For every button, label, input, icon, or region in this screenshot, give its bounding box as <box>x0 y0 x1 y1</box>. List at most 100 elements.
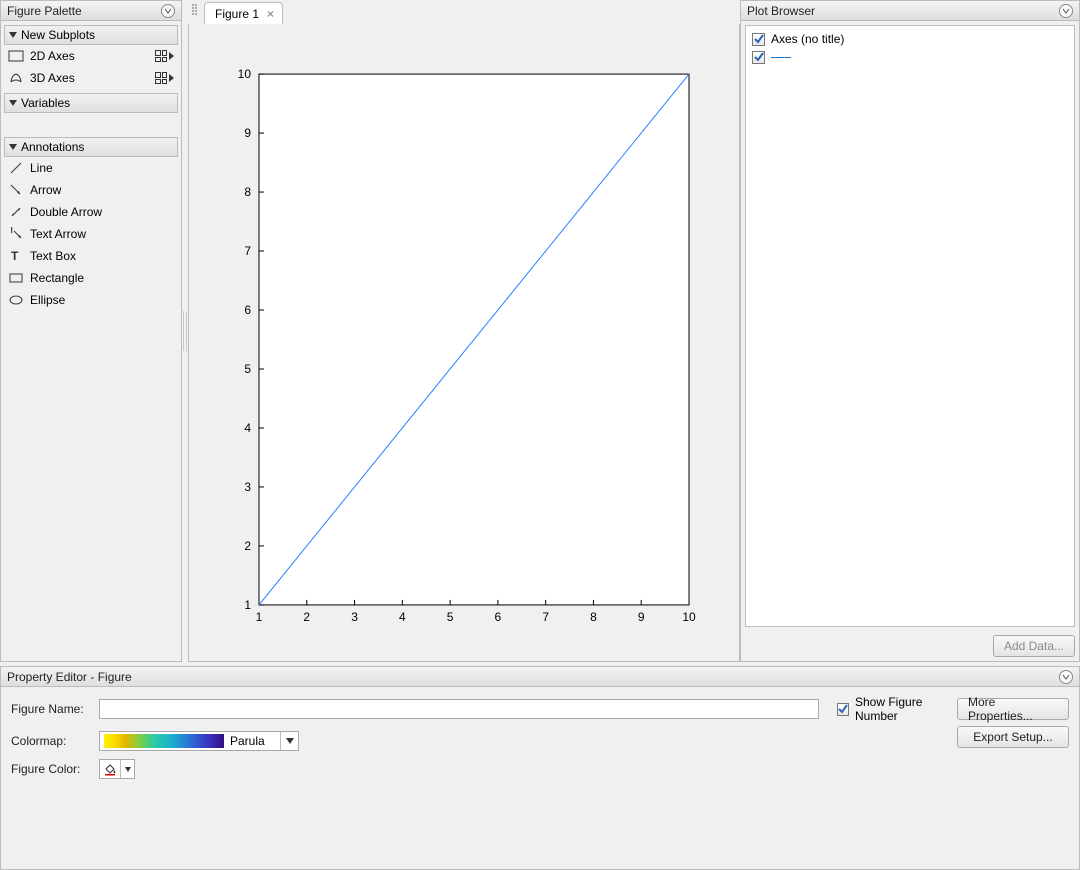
checkbox-icon <box>837 703 849 716</box>
variables-section[interactable]: Variables <box>4 93 178 113</box>
subplot-3d-axes[interactable]: 3D Axes <box>4 67 178 89</box>
checkbox-label: Show Figure Number <box>855 695 949 723</box>
item-label: Text Box <box>30 249 76 263</box>
item-label: Text Arrow <box>30 227 86 241</box>
close-icon[interactable]: × <box>267 7 274 21</box>
grid-expand-icon[interactable] <box>155 72 174 84</box>
colormap-name: Parula <box>228 734 280 748</box>
export-setup-button[interactable]: Export Setup... <box>957 726 1069 748</box>
show-figure-number-checkbox[interactable]: Show Figure Number <box>827 695 949 723</box>
tab-figure-1[interactable]: Figure 1 × <box>204 2 283 24</box>
tab-grip-icon[interactable] <box>192 4 198 20</box>
item-label: Rectangle <box>30 271 84 285</box>
svg-text:7: 7 <box>542 610 549 624</box>
figure-name-input[interactable] <box>99 699 819 719</box>
minimize-icon[interactable] <box>1059 670 1073 684</box>
figure-canvas[interactable]: 1234567891012345678910 <box>188 24 740 662</box>
svg-text:1: 1 <box>244 598 251 612</box>
checkbox-icon[interactable] <box>752 51 765 64</box>
add-data-button[interactable]: Add Data... <box>993 635 1075 657</box>
colormap-swatch-icon <box>104 734 224 748</box>
figure-palette-title: Figure Palette <box>7 1 82 21</box>
tab-label: Figure 1 <box>215 7 259 21</box>
item-label: Axes (no title) <box>771 32 844 46</box>
figure-area: Figure 1 × 1234567891012345678910 <box>188 0 740 662</box>
svg-text:3: 3 <box>351 610 358 624</box>
figure-palette-header: Figure Palette <box>1 1 181 21</box>
property-editor-header: Property Editor - Figure <box>1 667 1079 687</box>
svg-text:8: 8 <box>244 185 251 199</box>
item-label: Line <box>30 161 53 175</box>
property-editor-title: Property Editor - Figure <box>7 667 132 687</box>
annotations-section[interactable]: Annotations <box>4 137 178 157</box>
colormap-label: Colormap: <box>11 734 91 748</box>
svg-text:2: 2 <box>303 610 310 624</box>
double-arrow-icon <box>8 205 24 219</box>
item-label: Double Arrow <box>30 205 102 219</box>
chevron-down-icon <box>280 732 298 750</box>
chevron-down-icon <box>9 144 17 150</box>
svg-text:8: 8 <box>590 610 597 624</box>
svg-text:10: 10 <box>682 610 696 624</box>
item-label: 3D Axes <box>30 71 75 85</box>
rectangle-icon <box>8 271 24 285</box>
svg-text:5: 5 <box>447 610 454 624</box>
svg-text:5: 5 <box>244 362 251 376</box>
svg-text:4: 4 <box>399 610 406 624</box>
figure-color-label: Figure Color: <box>11 762 91 776</box>
plot-browser-header: Plot Browser <box>741 1 1079 21</box>
paint-bucket-icon <box>100 762 120 776</box>
section-label: Annotations <box>21 140 84 154</box>
figure-palette-panel: Figure Palette New Subplots 2D Axes <box>0 0 182 662</box>
annotation-text-arrow[interactable]: T Text Arrow <box>4 223 178 245</box>
annotation-line[interactable]: Line <box>4 157 178 179</box>
line-icon <box>8 161 24 175</box>
plot-browser-item-axes[interactable]: Axes (no title) <box>752 30 1068 48</box>
section-label: Variables <box>21 96 70 110</box>
svg-text:T: T <box>11 249 19 263</box>
colormap-dropdown[interactable]: Parula <box>99 731 299 751</box>
item-label: Ellipse <box>30 293 65 307</box>
annotation-arrow[interactable]: Arrow <box>4 179 178 201</box>
property-editor-panel: Property Editor - Figure Figure Name: Sh… <box>0 666 1080 870</box>
more-properties-button[interactable]: More Properties... <box>957 698 1069 720</box>
svg-text:7: 7 <box>244 244 251 258</box>
svg-text:4: 4 <box>244 421 251 435</box>
plot-browser-title: Plot Browser <box>747 1 815 21</box>
plot-browser-list: Axes (no title) <box>745 25 1075 627</box>
checkbox-icon[interactable] <box>752 33 765 46</box>
figure-name-label: Figure Name: <box>11 702 91 716</box>
arrow-icon <box>8 183 24 197</box>
axes-2d-icon <box>8 49 24 63</box>
item-label: 2D Axes <box>30 49 75 63</box>
annotation-double-arrow[interactable]: Double Arrow <box>4 201 178 223</box>
text-box-icon: T <box>8 249 24 263</box>
grid-expand-icon[interactable] <box>155 50 174 62</box>
svg-text:9: 9 <box>638 610 645 624</box>
svg-text:10: 10 <box>238 67 252 81</box>
annotation-text-box[interactable]: T Text Box <box>4 245 178 267</box>
new-subplots-section[interactable]: New Subplots <box>4 25 178 45</box>
plot-browser-item-line[interactable] <box>752 48 1068 66</box>
plot-browser-panel: Plot Browser Axes (no title) Add Data... <box>740 0 1080 662</box>
svg-text:6: 6 <box>495 610 502 624</box>
ellipse-icon <box>8 293 24 307</box>
svg-text:2: 2 <box>244 539 251 553</box>
annotation-ellipse[interactable]: Ellipse <box>4 289 178 311</box>
figure-color-dropdown[interactable] <box>99 759 135 779</box>
axes-3d-icon <box>8 71 24 85</box>
annotation-rectangle[interactable]: Rectangle <box>4 267 178 289</box>
chevron-down-icon <box>9 100 17 106</box>
minimize-icon[interactable] <box>1059 4 1073 18</box>
minimize-icon[interactable] <box>161 4 175 18</box>
item-label: Arrow <box>30 183 61 197</box>
svg-text:1: 1 <box>256 610 263 624</box>
section-label: New Subplots <box>21 28 95 42</box>
subplot-2d-axes[interactable]: 2D Axes <box>4 45 178 67</box>
text-arrow-icon: T <box>8 227 24 241</box>
svg-text:9: 9 <box>244 126 251 140</box>
svg-text:3: 3 <box>244 480 251 494</box>
chevron-down-icon <box>120 760 134 778</box>
chevron-down-icon <box>9 32 17 38</box>
line-sample-icon <box>771 57 791 58</box>
